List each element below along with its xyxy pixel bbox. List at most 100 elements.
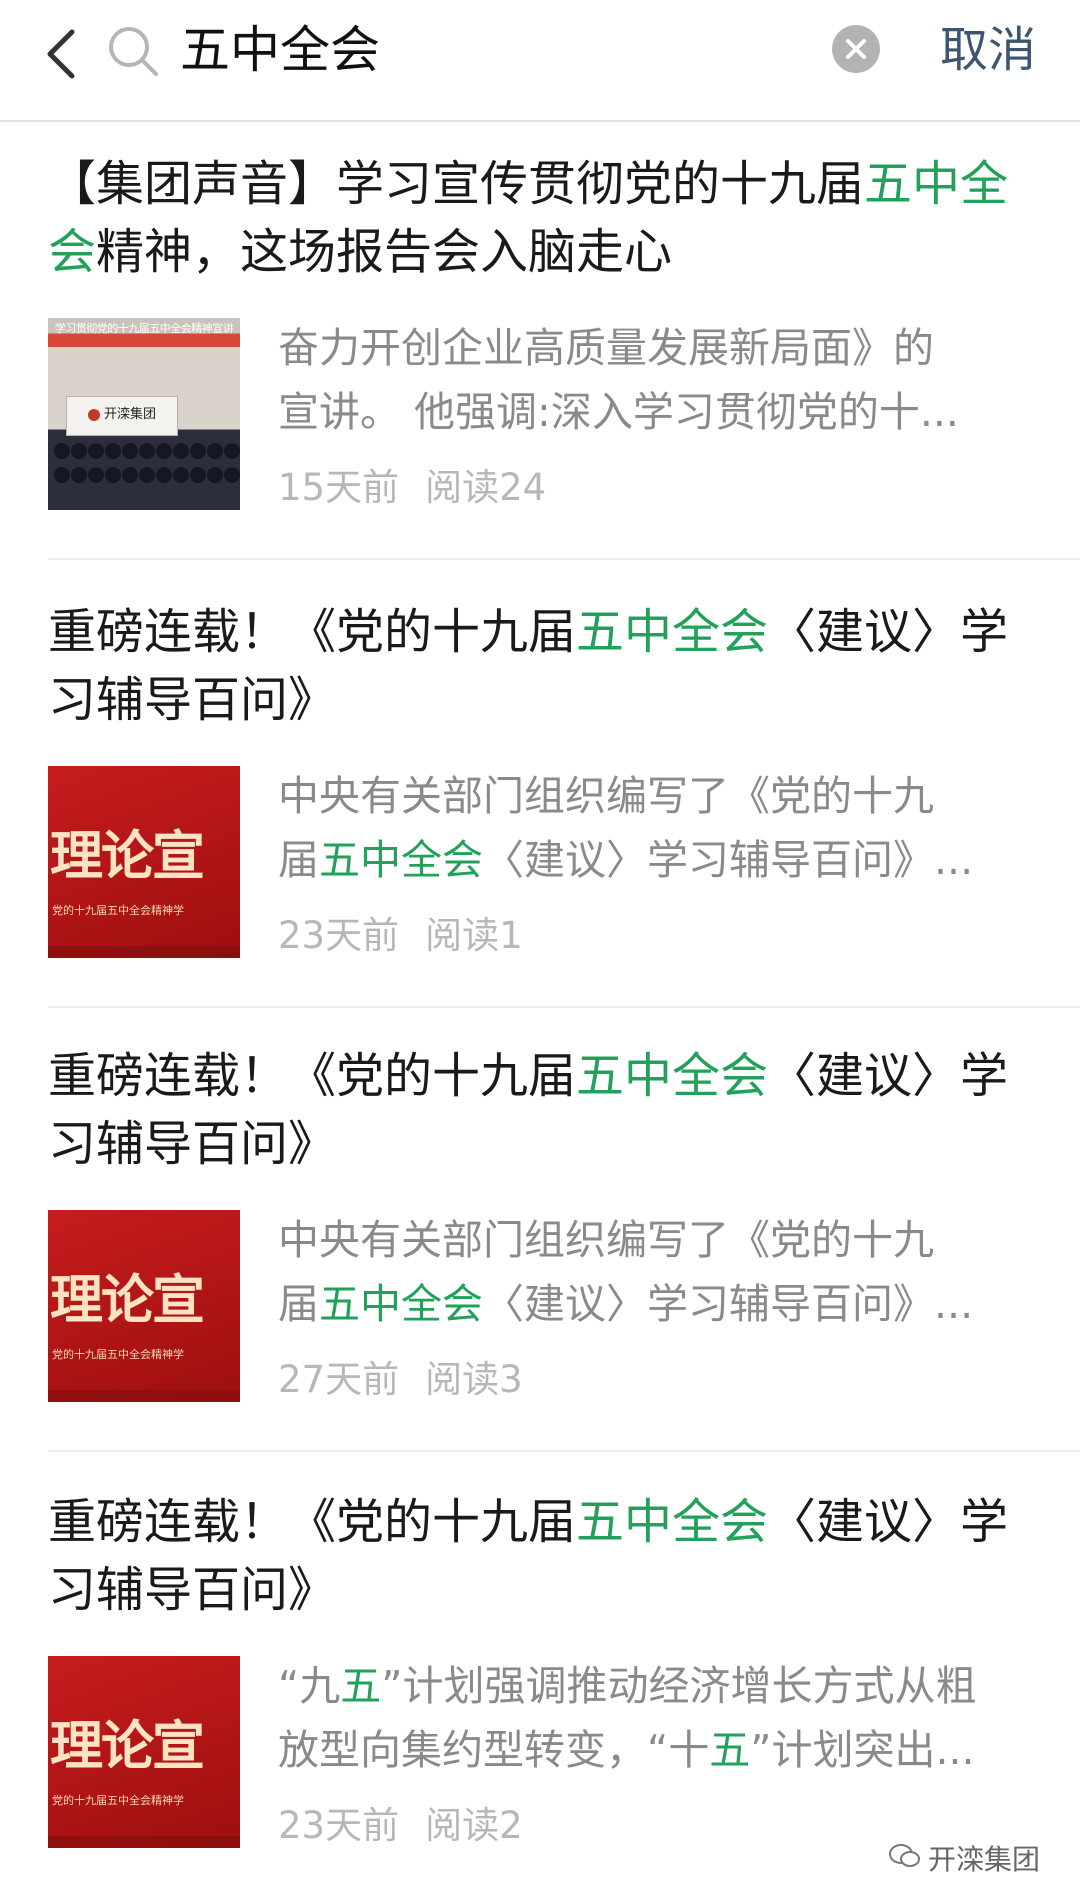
back-arrow-icon[interactable] bbox=[38, 22, 88, 86]
text-segment: 重磅连载！《党的十九届 bbox=[48, 1494, 577, 1550]
result-title[interactable]: 重磅连载！《党的十九届五中全会〈建议〉学习辅导百问》 bbox=[48, 598, 1028, 734]
result-title[interactable]: 重磅连载！《党的十九届五中全会〈建议〉学习辅导百问》 bbox=[48, 1042, 1028, 1178]
highlighted-keyword: 五 bbox=[340, 1662, 382, 1710]
thumbnail-bar bbox=[48, 946, 240, 958]
snippet-line: 宣讲。 他强调:深入学习贯彻党的十... bbox=[278, 380, 1038, 444]
search-result-item[interactable]: 重磅连载！《党的十九届五中全会〈建议〉学习辅导百问》理论宣党的十九届五中全会精神… bbox=[0, 1012, 1080, 1452]
clear-search-button[interactable] bbox=[832, 25, 880, 73]
result-meta: 23天前 阅读2 bbox=[278, 1796, 523, 1856]
audience-head bbox=[105, 443, 121, 459]
audience-head bbox=[224, 467, 240, 483]
result-snippet: 中央有关部门组织编写了《党的十九 届五中全会〈建议〉学习辅导百问》... bbox=[278, 1208, 1038, 1336]
audience-head bbox=[156, 443, 172, 459]
audience-head bbox=[54, 467, 70, 483]
result-snippet: 中央有关部门组织编写了《党的十九 届五中全会〈建议〉学习辅导百问》... bbox=[278, 764, 1038, 892]
read-count: 阅读1 bbox=[425, 914, 523, 957]
audience-head bbox=[139, 467, 155, 483]
audience-head bbox=[156, 467, 172, 483]
text-segment: 【集团声音】学习宣传贯彻党的十九届 bbox=[48, 156, 865, 212]
text-segment: ”计划强调推动经济增长方式从粗 bbox=[381, 1662, 977, 1710]
thumbnail-banner-text: 学习贯彻党的十九届五中全会精神宣讲 bbox=[54, 322, 234, 335]
text-segment: 精神，这场报告会入脑走心 bbox=[96, 224, 673, 280]
text-segment: 重磅连载！《党的十九届 bbox=[48, 604, 577, 660]
audience-head bbox=[207, 443, 223, 459]
highlighted-keyword: 五中全会 bbox=[576, 604, 769, 660]
result-meta: 23天前 阅读1 bbox=[278, 906, 523, 966]
text-segment: 重磅连载！《党的十九届 bbox=[48, 1048, 577, 1104]
search-result-item[interactable]: 重磅连载！《党的十九届五中全会〈建议〉学习辅导百问》理论宣党的十九届五中全会精神… bbox=[0, 1458, 1080, 1898]
thumbnail-sign: 开滦集团 bbox=[66, 396, 178, 436]
watermark-text: 开滦集团 bbox=[928, 1843, 1041, 1876]
publish-time: 27天前 bbox=[278, 1358, 400, 1401]
text-segment: 中央有关部门组织编写了《党的十九 bbox=[278, 1216, 934, 1264]
result-meta: 27天前 阅读3 bbox=[278, 1350, 523, 1410]
watermark: 开滦集团 bbox=[888, 1840, 1040, 1880]
result-thumbnail[interactable]: 理论宣党的十九届五中全会精神学 bbox=[48, 766, 240, 958]
logo-icon bbox=[87, 408, 100, 421]
cancel-button[interactable]: 取消 bbox=[940, 20, 1036, 80]
highlighted-keyword: 五中全会 bbox=[319, 836, 483, 884]
audience-head bbox=[207, 467, 223, 483]
highlighted-keyword: 五中全会 bbox=[576, 1494, 769, 1550]
result-thumbnail[interactable]: 理论宣党的十九届五中全会精神学 bbox=[48, 1656, 240, 1848]
search-icon bbox=[104, 22, 164, 82]
result-thumbnail[interactable]: 学习贯彻党的十九届五中全会精神宣讲开滦集团 bbox=[48, 318, 240, 510]
wechat-icon bbox=[888, 1841, 922, 1881]
read-count: 阅读24 bbox=[425, 466, 547, 509]
highlighted-keyword: 五中全会 bbox=[319, 1280, 483, 1328]
result-thumbnail[interactable]: 理论宣党的十九届五中全会精神学 bbox=[48, 1210, 240, 1402]
snippet-line: 奋力开创企业高质量发展新局面》的 bbox=[278, 316, 1038, 380]
thumbnail-headline: 理论宣 bbox=[50, 1269, 205, 1331]
thumbnail-headline: 理论宣 bbox=[50, 1715, 205, 1777]
search-result-item[interactable]: 重磅连载！《党的十九届五中全会〈建议〉学习辅导百问》理论宣党的十九届五中全会精神… bbox=[0, 568, 1080, 1008]
thumbnail-headline: 理论宣 bbox=[50, 825, 205, 887]
thumbnail-bar bbox=[48, 1836, 240, 1848]
audience-head bbox=[71, 467, 87, 483]
result-title[interactable]: 重磅连载！《党的十九届五中全会〈建议〉学习辅导百问》 bbox=[48, 1488, 1028, 1624]
search-input[interactable]: 五中全会 bbox=[180, 20, 380, 80]
result-snippet: “九五”计划强调推动经济增长方式从粗 放型向集约型转变，“十五”计划突出... bbox=[278, 1654, 1038, 1782]
thumbnail-sign-text: 开滦集团 bbox=[103, 407, 156, 422]
audience-head bbox=[224, 443, 240, 459]
audience-head bbox=[88, 443, 104, 459]
text-segment: 届 bbox=[278, 1280, 319, 1328]
thumbnail-bar bbox=[48, 1390, 240, 1402]
audience-head bbox=[88, 467, 104, 483]
audience-head bbox=[139, 443, 155, 459]
snippet-line: 中央有关部门组织编写了《党的十九 bbox=[278, 1208, 1038, 1272]
text-segment: 奋力开创企业高质量发展新局面》的 bbox=[278, 324, 934, 372]
publish-time: 23天前 bbox=[278, 1804, 400, 1847]
text-segment: 中央有关部门组织编写了《党的十九 bbox=[278, 772, 934, 820]
audience-head bbox=[105, 467, 121, 483]
text-segment: “九 bbox=[278, 1662, 341, 1710]
thumbnail-caption: 党的十九届五中全会精神学 bbox=[52, 1794, 184, 1807]
snippet-line: “九五”计划强调推动经济增长方式从粗 bbox=[278, 1654, 1038, 1718]
result-meta: 15天前 阅读24 bbox=[278, 458, 546, 518]
snippet-line: 放型向集约型转变，“十五”计划突出... bbox=[278, 1718, 1038, 1782]
search-bar: 五中全会 取消 bbox=[0, 0, 1080, 122]
snippet-line: 中央有关部门组织编写了《党的十九 bbox=[278, 764, 1038, 828]
thumbnail-caption: 党的十九届五中全会精神学 bbox=[52, 904, 184, 917]
audience-head bbox=[54, 443, 70, 459]
snippet-line: 届五中全会〈建议〉学习辅导百问》... bbox=[278, 1272, 1038, 1336]
search-result-item[interactable]: 【集团声音】学习宣传贯彻党的十九届五中全会精神，这场报告会入脑走心学习贯彻党的十… bbox=[0, 120, 1080, 560]
highlighted-keyword: 五 bbox=[709, 1726, 751, 1774]
audience-head bbox=[71, 443, 87, 459]
audience-head bbox=[173, 467, 189, 483]
publish-time: 23天前 bbox=[278, 914, 400, 957]
close-icon bbox=[846, 39, 866, 59]
result-title[interactable]: 【集团声音】学习宣传贯彻党的十九届五中全会精神，这场报告会入脑走心 bbox=[48, 150, 1028, 286]
thumbnail-caption: 党的十九届五中全会精神学 bbox=[52, 1348, 184, 1361]
audience-head bbox=[122, 467, 138, 483]
text-segment: 〈建议〉学习辅导百问》... bbox=[483, 1280, 974, 1328]
text-segment: 〈建议〉学习辅导百问》... bbox=[483, 836, 974, 884]
audience-head bbox=[122, 443, 138, 459]
divider bbox=[48, 558, 1080, 560]
read-count: 阅读2 bbox=[425, 1804, 523, 1847]
publish-time: 15天前 bbox=[278, 466, 400, 509]
text-segment: 届 bbox=[278, 836, 319, 884]
text-segment: 放型向集约型转变，“十 bbox=[278, 1726, 710, 1774]
audience-head bbox=[190, 443, 206, 459]
result-snippet: 奋力开创企业高质量发展新局面》的宣讲。 他强调:深入学习贯彻党的十... bbox=[278, 316, 1038, 444]
audience-head bbox=[173, 443, 189, 459]
